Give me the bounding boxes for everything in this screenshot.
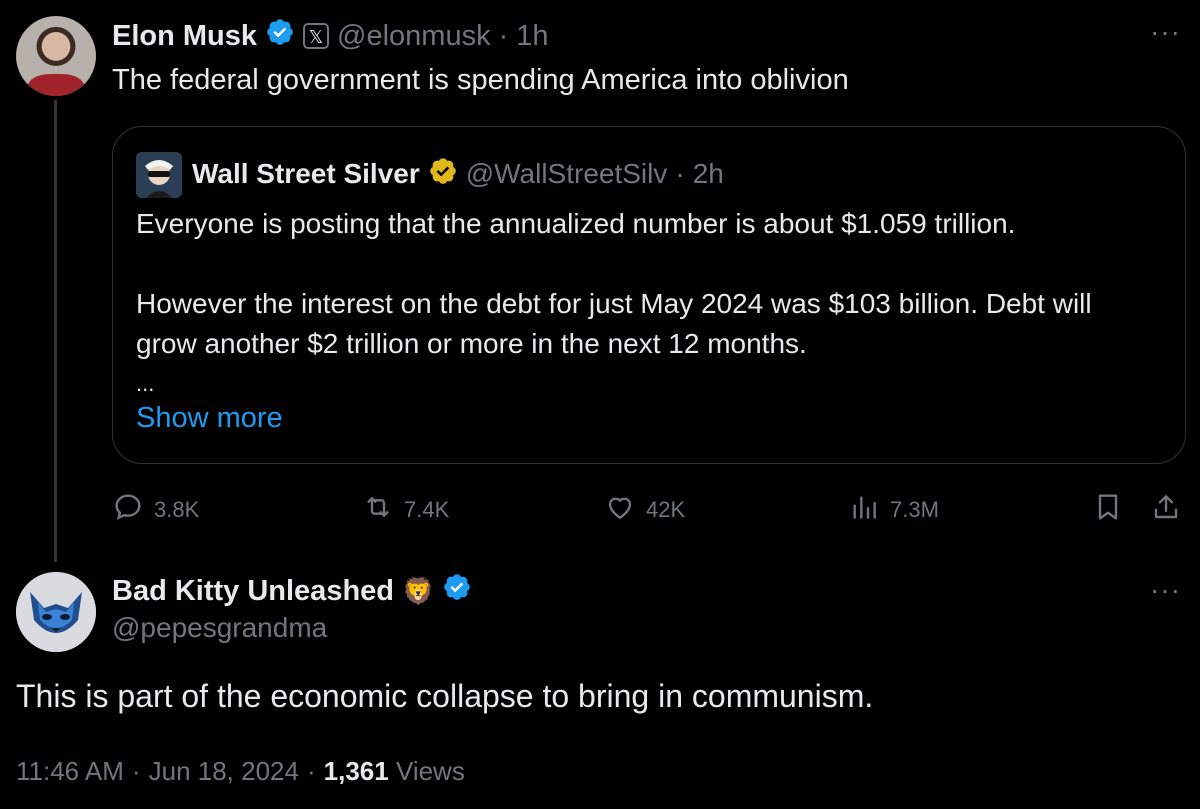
main-tweet-header: Elon Musk 𝕏 @elonmusk · 1h (112, 18, 549, 54)
reply-more-options-icon[interactable]: ··· (1150, 574, 1181, 606)
bookmark-button[interactable] (1092, 490, 1124, 530)
verified-gold-icon (428, 156, 458, 193)
views-label: Views (395, 756, 465, 786)
meta-separator-2: · (306, 756, 316, 786)
heart-icon (604, 491, 636, 529)
reply-time[interactable]: 11:46 AM (16, 756, 124, 787)
main-tweet-text: The federal government is spending Ameri… (112, 64, 849, 96)
main-author-name[interactable]: Elon Musk (112, 20, 257, 53)
avatar-wall-street-silver (136, 152, 182, 198)
reply-count: 3.8K (154, 497, 200, 522)
reply-tweet-header: Bad Kitty Unleashed 🦁 (112, 572, 472, 610)
reply-handle[interactable]: @pepesgrandma (112, 612, 327, 644)
quoted-text-line-1: Everyone is posting that the annualized … (136, 208, 1016, 239)
quoted-text-line-3: grow another $2 trillion or more in the … (136, 328, 807, 359)
meta-separator-1: · (131, 756, 141, 786)
like-action[interactable]: 42K (604, 490, 685, 530)
lion-emoji: 🦁 (402, 575, 435, 606)
avatar-elon-musk[interactable] (16, 16, 96, 96)
like-count: 42K (646, 497, 686, 522)
share-button[interactable] (1150, 490, 1182, 530)
quoted-text-ellipsis: ... (136, 371, 155, 396)
reply-action[interactable]: 3.8K (112, 490, 199, 530)
reply-icon (112, 491, 144, 529)
repost-count: 7.4K (404, 497, 450, 522)
show-more-link[interactable]: Show more (136, 402, 283, 435)
reply-date[interactable]: Jun 18, 2024 (149, 756, 299, 787)
main-handle[interactable]: @elonmusk (337, 20, 491, 53)
verified-icon (442, 572, 472, 610)
repost-icon (362, 491, 394, 529)
main-timestamp[interactable]: 1h (516, 20, 548, 53)
avatar-bad-kitty[interactable] (16, 572, 96, 652)
reply-tweet-text: This is part of the economic collapse to… (16, 678, 874, 714)
views-number: 1,361 (323, 756, 389, 786)
reply-meta: 11:46 AM · Jun 18, 2024 · 1,361 Views (16, 756, 465, 787)
header-separator: · (498, 19, 509, 52)
repost-action[interactable]: 7.4K (362, 490, 449, 530)
x-affiliate-icon: 𝕏 (303, 23, 330, 49)
more-options-icon[interactable]: ··· (1150, 16, 1181, 48)
thread-connector-line (54, 100, 57, 562)
quoted-author-name: Wall Street Silver (192, 158, 420, 189)
quoted-timestamp: 2h (692, 158, 724, 189)
bookmark-icon (1092, 491, 1124, 529)
views-count: 7.3M (890, 497, 939, 522)
quoted-handle: @WallStreetSilv (465, 158, 668, 189)
views-action[interactable]: 7.3M (848, 490, 939, 530)
views-icon (848, 491, 880, 529)
reply-author-name[interactable]: Bad Kitty Unleashed (112, 575, 394, 608)
verified-icon (265, 17, 295, 55)
share-icon (1150, 491, 1182, 529)
quoted-tweet-header: Wall Street Silver @WallStreetSilv · 2h (192, 154, 724, 194)
views-stat[interactable]: 1,361 Views (324, 756, 465, 787)
quoted-separator: · (675, 158, 685, 189)
quoted-text-line-2: However the interest on the debt for jus… (136, 288, 1092, 319)
